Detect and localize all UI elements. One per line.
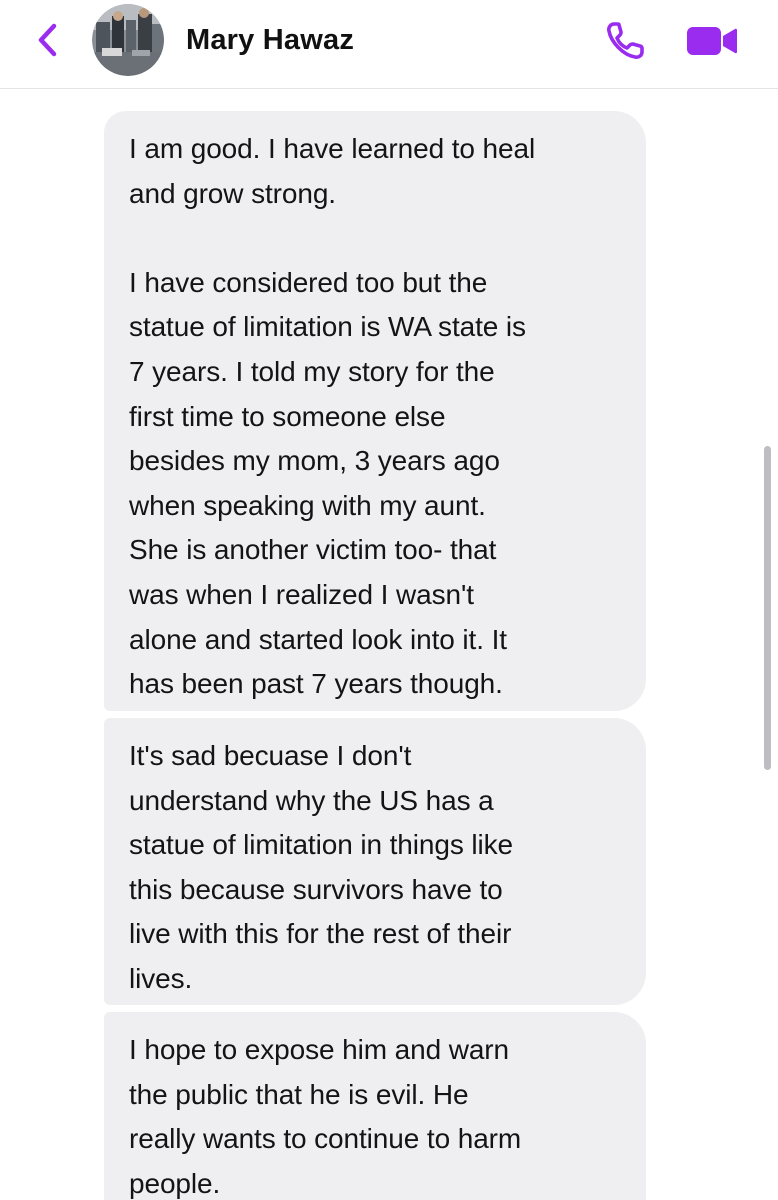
contact-name[interactable]: Mary Hawaz: [186, 20, 354, 60]
chevron-left-icon: [38, 23, 57, 57]
message-bubble[interactable]: I hope to expose him and warn the public…: [104, 1012, 646, 1200]
message-thread[interactable]: I am good. I have learned to heal and gr…: [0, 89, 778, 1200]
avatar[interactable]: [92, 4, 164, 76]
avatar-photo: [92, 4, 164, 76]
conversation-header: Mary Hawaz: [0, 0, 778, 89]
video-call-button[interactable]: [684, 20, 740, 62]
back-button[interactable]: [30, 20, 64, 60]
message-bubble[interactable]: It's sad becuase I don't understand why …: [104, 718, 646, 1005]
voice-call-button[interactable]: [602, 18, 648, 64]
message-bubble[interactable]: I am good. I have learned to heal and gr…: [104, 111, 646, 711]
messenger-screen: Mary Hawaz I am good. I have learned to …: [0, 0, 778, 1200]
phone-icon: [607, 22, 644, 59]
video-camera-icon: [687, 27, 737, 55]
scrollbar[interactable]: [764, 446, 771, 770]
